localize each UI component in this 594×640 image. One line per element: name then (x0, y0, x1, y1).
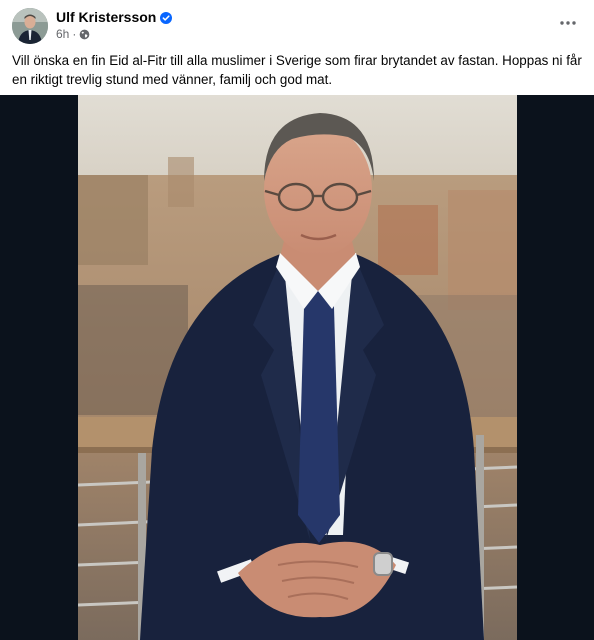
meta-separator: · (72, 27, 77, 41)
facebook-post: Ulf Kristersson 6h · Vill önska en fin E… (0, 0, 594, 640)
globe-icon[interactable] (79, 29, 90, 40)
verified-badge-icon (160, 11, 173, 24)
more-horizontal-icon (560, 21, 576, 25)
post-media[interactable] (0, 95, 594, 640)
author-row: Ulf Kristersson (56, 9, 173, 25)
author-avatar[interactable] (12, 8, 48, 44)
post-header: Ulf Kristersson 6h · (0, 0, 594, 46)
post-text: Vill önska en fin Eid al-Fitr till alla … (12, 53, 582, 87)
author-name[interactable]: Ulf Kristersson (56, 9, 156, 25)
portrait-photo[interactable] (78, 95, 517, 640)
post-timestamp[interactable]: 6h (56, 27, 69, 41)
more-options-button[interactable] (556, 11, 580, 35)
post-meta: 6h · (56, 27, 90, 41)
